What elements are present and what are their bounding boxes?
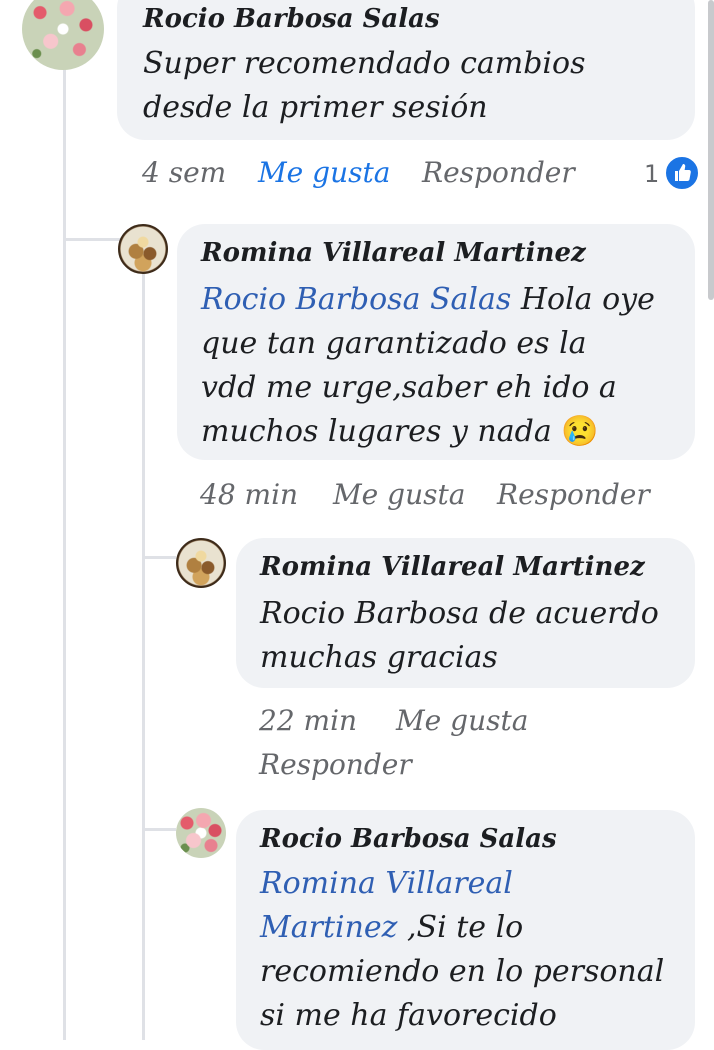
comment-text-line: si me ha favorecido xyxy=(260,998,557,1033)
like-button[interactable]: Me gusta xyxy=(333,478,465,511)
comment-time[interactable]: 22 min xyxy=(259,704,357,737)
reply-button[interactable]: Responder xyxy=(259,748,412,781)
avatar[interactable] xyxy=(22,0,104,70)
comment-author[interactable]: Rocio Barbosa Salas xyxy=(260,824,557,854)
comment-text: Rocio Barbosa de acuerdo muchas gracias xyxy=(260,592,680,680)
comment-text: Super recomendado cambios desde la prime… xyxy=(143,42,683,130)
comment-text-line: ,Si te lo xyxy=(397,910,524,945)
comment-text-line: Hola oye xyxy=(511,282,655,317)
thread-connector-c2 xyxy=(63,238,123,241)
comment-text-line: desde la primer sesión xyxy=(143,90,488,125)
reply-button[interactable]: Responder xyxy=(497,478,650,511)
thread-connector-c3 xyxy=(142,556,176,559)
comment-text: Rocio Barbosa Salas Hola oye que tan gar… xyxy=(201,278,681,454)
avatar[interactable] xyxy=(176,808,226,858)
reply-button[interactable]: Responder xyxy=(422,156,575,189)
like-button[interactable]: Me gusta xyxy=(396,704,528,737)
comment-time[interactable]: 48 min xyxy=(200,478,298,511)
comment-text-line: Rocio Barbosa de acuerdo xyxy=(260,596,659,631)
comment-text-line: que tan garantizado es la xyxy=(201,326,587,361)
avatar[interactable] xyxy=(176,538,226,588)
comment-author[interactable]: Rocio Barbosa Salas xyxy=(143,4,440,34)
comment-author[interactable]: Romina Villareal Martinez xyxy=(260,552,645,582)
reaction-count[interactable]: 1 xyxy=(644,160,659,188)
thumbs-up-icon[interactable] xyxy=(664,155,700,191)
mention-link[interactable]: Rocio Barbosa Salas xyxy=(201,282,511,317)
thread-line-c2 xyxy=(142,272,145,1040)
thread-connector-c4 xyxy=(142,828,176,831)
thread-line-main xyxy=(63,68,66,1040)
mention-link[interactable]: Romina Villareal xyxy=(260,862,690,906)
crying-face-icon: 😢 xyxy=(561,414,599,449)
comment-time[interactable]: 4 sem xyxy=(142,156,226,189)
comment-text-line: muchos lugares y nada xyxy=(201,414,552,449)
comment-text-line: recomiendo en lo personal xyxy=(260,954,665,989)
comment-text-line: muchas gracias xyxy=(260,640,498,675)
avatar[interactable] xyxy=(118,224,168,274)
comment-author[interactable]: Romina Villareal Martinez xyxy=(201,238,586,268)
comment-text: Romina Villareal Martinez ,Si te lo reco… xyxy=(260,862,690,1038)
like-button[interactable]: Me gusta xyxy=(258,156,390,189)
scrollbar[interactable] xyxy=(708,0,714,300)
comment-text-line: Super recomendado cambios xyxy=(143,46,586,81)
mention-link[interactable]: Martinez xyxy=(260,910,397,945)
comment-text-line: vdd me urge,saber eh ido a xyxy=(201,370,617,405)
